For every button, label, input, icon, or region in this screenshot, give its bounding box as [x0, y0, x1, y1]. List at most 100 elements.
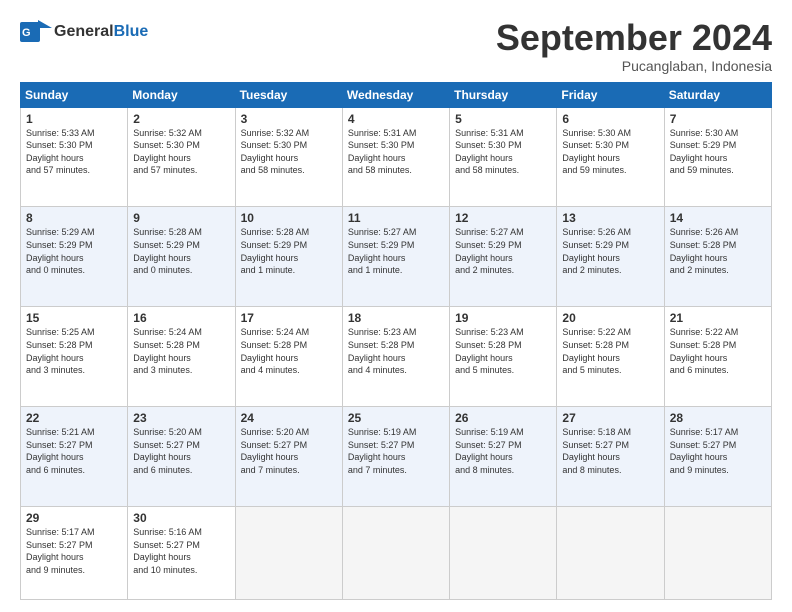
day-info: Sunrise: 5:26 AMSunset: 5:28 PMDaylight … [670, 227, 739, 275]
table-row: 12 Sunrise: 5:27 AMSunset: 5:29 PMDayligh… [450, 207, 557, 307]
day-info: Sunrise: 5:31 AMSunset: 5:30 PMDaylight … [455, 128, 524, 176]
table-row: 9 Sunrise: 5:28 AMSunset: 5:29 PMDaylight… [128, 207, 235, 307]
day-number: 16 [133, 311, 229, 325]
col-wednesday: Wednesday [342, 82, 449, 107]
calendar-week-row: 29 Sunrise: 5:17 AMSunset: 5:27 PMDayligh… [21, 507, 772, 600]
title-section: September 2024 Pucanglaban, Indonesia [496, 18, 772, 74]
table-row: 25 Sunrise: 5:19 AMSunset: 5:27 PMDayligh… [342, 407, 449, 507]
day-info: Sunrise: 5:24 AMSunset: 5:28 PMDaylight … [133, 327, 202, 375]
table-row: 26 Sunrise: 5:19 AMSunset: 5:27 PMDayligh… [450, 407, 557, 507]
day-number: 7 [670, 112, 766, 126]
col-monday: Monday [128, 82, 235, 107]
day-number: 2 [133, 112, 229, 126]
day-number: 26 [455, 411, 551, 425]
table-row: 23Sunrise: 5:20 AMSunset: 5:27 PMDayligh… [128, 407, 235, 507]
day-info: Sunrise: 5:28 AMSunset: 5:29 PMDaylight … [241, 227, 310, 275]
table-row: 28 Sunrise: 5:17 AMSunset: 5:27 PMDayligh… [664, 407, 771, 507]
table-row: 21 Sunrise: 5:22 AMSunset: 5:28 PMDayligh… [664, 307, 771, 407]
page: G GeneralBlue September 2024 Pucanglaban… [0, 0, 792, 612]
day-number: 27 [562, 411, 658, 425]
day-info: Sunrise: 5:17 AMSunset: 5:27 PMDaylight … [670, 427, 739, 475]
day-number: 10 [241, 211, 337, 225]
day-number: 18 [348, 311, 444, 325]
day-info: Sunrise: 5:27 AMSunset: 5:29 PMDaylight … [348, 227, 417, 275]
calendar-week-row: 22 Sunrise: 5:21 AMSunset: 5:27 PMDayligh… [21, 407, 772, 507]
logo-blue: Blue [114, 23, 149, 40]
day-number: 5 [455, 112, 551, 126]
table-row: 5 Sunrise: 5:31 AMSunset: 5:30 PMDaylight… [450, 107, 557, 207]
day-number: 22 [26, 411, 122, 425]
day-info: Sunrise: 5:30 AMSunset: 5:30 PMDaylight … [562, 128, 631, 176]
day-number: 24 [241, 411, 337, 425]
day-number: 29 [26, 511, 122, 525]
col-thursday: Thursday [450, 82, 557, 107]
calendar-week-row: 15 Sunrise: 5:25 AMSunset: 5:28 PMDayligh… [21, 307, 772, 407]
day-number: 17 [241, 311, 337, 325]
day-number: 12 [455, 211, 551, 225]
day-info: Sunrise: 5:16 AMSunset: 5:27 PMDaylight … [133, 527, 202, 575]
day-number: 9 [133, 211, 229, 225]
day-number: 11 [348, 211, 444, 225]
day-number: 6 [562, 112, 658, 126]
col-saturday: Saturday [664, 82, 771, 107]
day-info: Sunrise: 5:19 AMSunset: 5:27 PMDaylight … [348, 427, 417, 475]
day-number: 14 [670, 211, 766, 225]
table-row: 2 Sunrise: 5:32 AMSunset: 5:30 PMDaylight… [128, 107, 235, 207]
day-info: Sunrise: 5:19 AMSunset: 5:27 PMDaylight … [455, 427, 524, 475]
day-number: 1 [26, 112, 122, 126]
day-info: Sunrise: 5:23 AMSunset: 5:28 PMDaylight … [455, 327, 524, 375]
table-row [235, 507, 342, 600]
table-row: 27Sunrise: 5:18 AMSunset: 5:27 PMDayligh… [557, 407, 664, 507]
day-info: Sunrise: 5:27 AMSunset: 5:29 PMDaylight … [455, 227, 524, 275]
table-row [664, 507, 771, 600]
day-number: 15 [26, 311, 122, 325]
day-number: 21 [670, 311, 766, 325]
day-number: 20 [562, 311, 658, 325]
day-info: Sunrise: 5:17 AMSunset: 5:27 PMDaylight … [26, 527, 95, 575]
day-info: Sunrise: 5:30 AMSunset: 5:29 PMDaylight … [670, 128, 739, 176]
table-row: 3Sunrise: 5:32 AMSunset: 5:30 PMDaylight… [235, 107, 342, 207]
table-row: 29 Sunrise: 5:17 AMSunset: 5:27 PMDayligh… [21, 507, 128, 600]
day-info: Sunrise: 5:31 AMSunset: 5:30 PMDaylight … [348, 128, 417, 176]
day-info: Sunrise: 5:25 AMSunset: 5:28 PMDaylight … [26, 327, 95, 375]
table-row: 15 Sunrise: 5:25 AMSunset: 5:28 PMDayligh… [21, 307, 128, 407]
table-row: 11 Sunrise: 5:27 AMSunset: 5:29 PMDayligh… [342, 207, 449, 307]
table-row [342, 507, 449, 600]
day-info: Sunrise: 5:24 AMSunset: 5:28 PMDaylight … [241, 327, 310, 375]
day-number: 19 [455, 311, 551, 325]
svg-text:G: G [22, 27, 31, 39]
day-number: 13 [562, 211, 658, 225]
table-row: 7 Sunrise: 5:30 AMSunset: 5:29 PMDaylight… [664, 107, 771, 207]
day-info: Sunrise: 5:32 AMSunset: 5:30 PMDaylight … [133, 128, 202, 176]
day-info: Sunrise: 5:28 AMSunset: 5:29 PMDaylight … [133, 227, 202, 275]
table-row: 14 Sunrise: 5:26 AMSunset: 5:28 PMDayligh… [664, 207, 771, 307]
day-number: 3 [241, 112, 337, 126]
logo-general: General [54, 23, 114, 40]
table-row: 8Sunrise: 5:29 AMSunset: 5:29 PMDaylight… [21, 207, 128, 307]
day-info: Sunrise: 5:22 AMSunset: 5:28 PMDaylight … [562, 327, 631, 375]
day-info: Sunrise: 5:21 AMSunset: 5:27 PMDaylight … [26, 427, 95, 475]
day-number: 28 [670, 411, 766, 425]
table-row: 30Sunrise: 5:16 AMSunset: 5:27 PMDayligh… [128, 507, 235, 600]
table-row: 18 Sunrise: 5:23 AMSunset: 5:28 PMDayligh… [342, 307, 449, 407]
day-info: Sunrise: 5:22 AMSunset: 5:28 PMDaylight … [670, 327, 739, 375]
day-info: Sunrise: 5:20 AMSunset: 5:27 PMDaylight … [241, 427, 310, 475]
table-row: 17 Sunrise: 5:24 AMSunset: 5:28 PMDayligh… [235, 307, 342, 407]
day-info: Sunrise: 5:20 AMSunset: 5:27 PMDaylight … [133, 427, 202, 475]
day-number: 25 [348, 411, 444, 425]
table-row: 20 Sunrise: 5:22 AMSunset: 5:28 PMDayligh… [557, 307, 664, 407]
location: Pucanglaban, Indonesia [496, 58, 772, 74]
calendar-week-row: 8Sunrise: 5:29 AMSunset: 5:29 PMDaylight… [21, 207, 772, 307]
day-info: Sunrise: 5:33 AMSunset: 5:30 PMDaylight … [26, 128, 95, 176]
logo: G GeneralBlue [20, 18, 148, 46]
table-row: 19 Sunrise: 5:23 AMSunset: 5:28 PMDayligh… [450, 307, 557, 407]
calendar-table: Sunday Monday Tuesday Wednesday Thursday… [20, 82, 772, 600]
table-row [450, 507, 557, 600]
table-row: 10 Sunrise: 5:28 AMSunset: 5:29 PMDayligh… [235, 207, 342, 307]
table-row: 6 Sunrise: 5:30 AMSunset: 5:30 PMDaylight… [557, 107, 664, 207]
day-info: Sunrise: 5:26 AMSunset: 5:29 PMDaylight … [562, 227, 631, 275]
day-info: Sunrise: 5:23 AMSunset: 5:28 PMDaylight … [348, 327, 417, 375]
day-number: 4 [348, 112, 444, 126]
col-friday: Friday [557, 82, 664, 107]
table-row: 22 Sunrise: 5:21 AMSunset: 5:27 PMDayligh… [21, 407, 128, 507]
